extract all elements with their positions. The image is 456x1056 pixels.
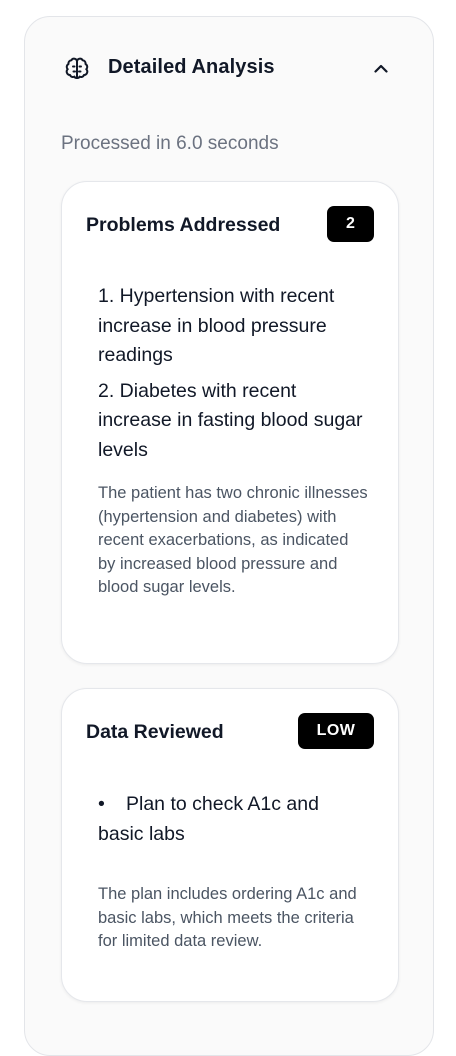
list-item-text: Plan to check A1c and basic labs <box>98 793 319 845</box>
problems-addressed-card: Problems Addressed 2 1. Hypertension wit… <box>61 181 399 664</box>
count-badge: 2 <box>327 206 374 242</box>
list-item: 2. Diabetes with recent increase in fast… <box>98 379 363 461</box>
detailed-analysis-panel: Detailed Analysis Processed in 6.0 secon… <box>24 16 434 1056</box>
card-title: Data Reviewed <box>86 721 224 743</box>
panel-header[interactable]: Detailed Analysis <box>25 49 433 89</box>
card-note: The patient has two chronic illnesses (h… <box>98 484 368 596</box>
problems-list: 1. Hypertension with recent increase in … <box>98 282 368 471</box>
brain-icon <box>65 57 89 79</box>
processing-time: Processed in 6.0 seconds <box>61 133 279 154</box>
list-item: 1. Hypertension with recent increase in … <box>98 285 335 366</box>
data-reviewed-card: Data Reviewed LOW • Plan to check A1c and… <box>61 688 399 1002</box>
bullet: • <box>98 793 105 815</box>
data-list: • Plan to check A1c and basic labs <box>98 790 368 849</box>
list-item: • Plan to check A1c and basic labs <box>98 790 368 849</box>
chevron-up-icon[interactable] <box>369 57 393 81</box>
card-title: Problems Addressed <box>86 214 281 236</box>
panel-title: Detailed Analysis <box>108 56 275 78</box>
level-badge: LOW <box>298 713 374 749</box>
card-note: The plan includes ordering A1c and basic… <box>98 885 357 950</box>
